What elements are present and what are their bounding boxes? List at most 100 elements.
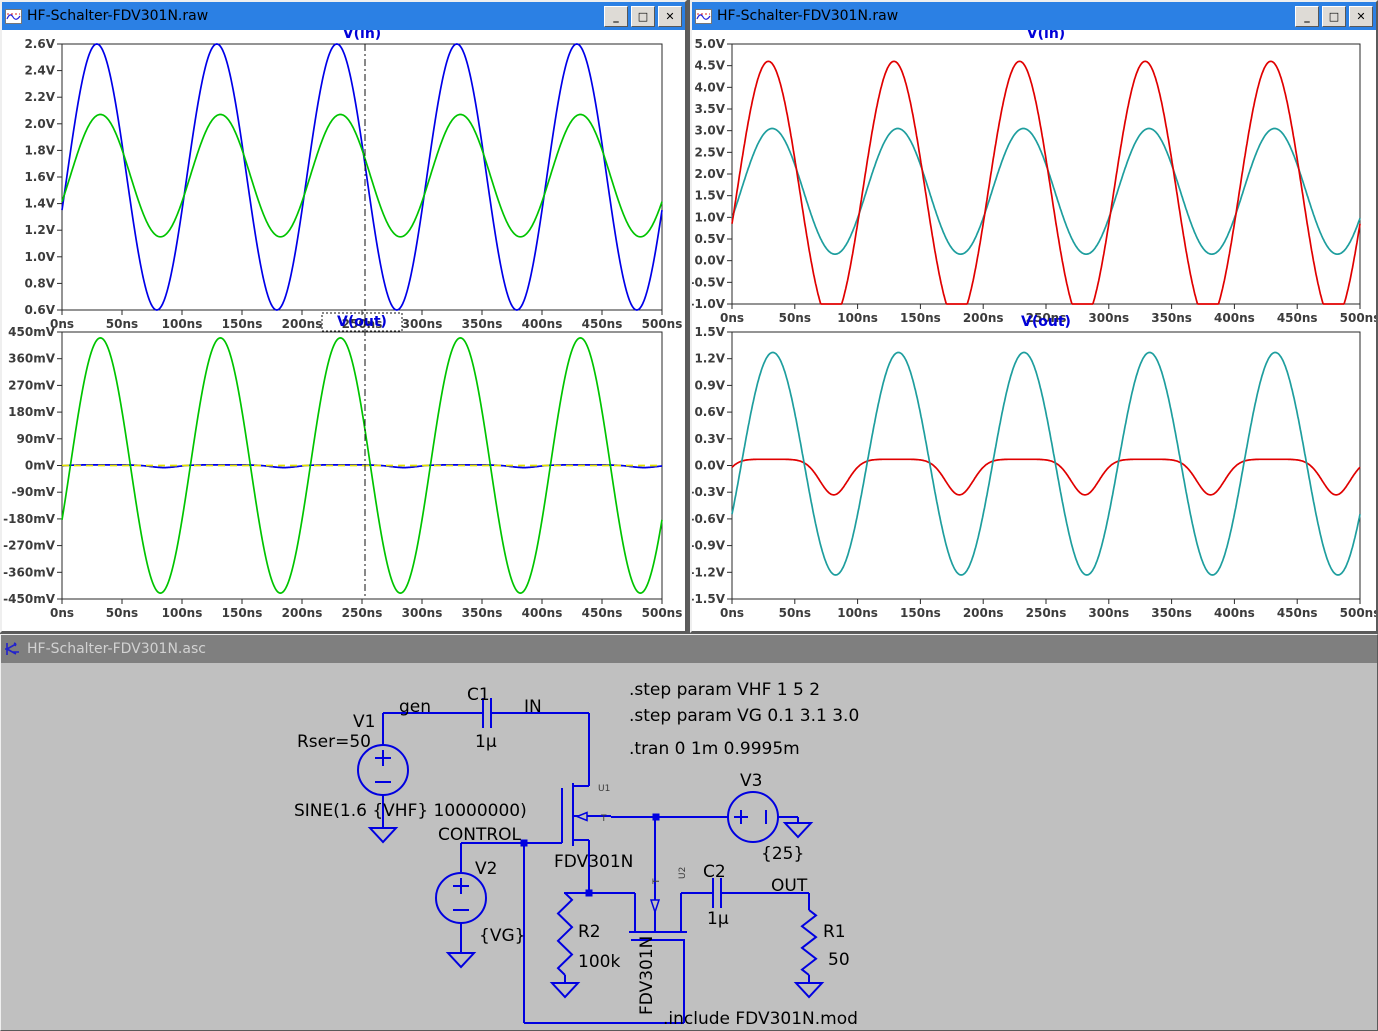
waveform-file-icon	[5, 9, 22, 24]
x-tick-label: 0ns	[720, 606, 744, 620]
schematic-label: FDV301N	[554, 852, 633, 872]
waveform-plot-area-left[interactable]: V(in)2.6V2.4V2.2V2.0V1.8V1.6V1.4V1.2V1.0…	[2, 30, 685, 631]
y-tick-label: -270mV	[3, 539, 56, 553]
schematic-label: V1	[353, 712, 375, 732]
x-tick-label: 50ns	[779, 606, 811, 620]
schematic-label: C1	[467, 685, 490, 705]
y-tick-label: 2.0V	[24, 117, 55, 131]
y-tick-label: 1.2V	[694, 352, 725, 366]
y-tick-label: 0.6V	[694, 405, 725, 419]
y-tick-label: 0.9V	[694, 378, 725, 392]
waveform-plot-area-right[interactable]: V(in)5.0V4.5V4.0V3.5V3.0V2.5V2.0V1.5V1.0…	[692, 30, 1376, 631]
y-tick-label: 2.6V	[24, 37, 55, 51]
y-tick-label: 4.0V	[694, 80, 725, 94]
x-tick-label: 100ns	[162, 606, 203, 620]
schematic-label: IN	[524, 697, 542, 717]
schematic-label: T	[652, 878, 662, 885]
x-tick-label: 200ns	[282, 317, 323, 331]
window-title: HF-Schalter-FDV301N.raw	[27, 8, 599, 24]
x-tick-label: 450ns	[1277, 311, 1318, 325]
pane-title[interactable]: V(in)	[343, 30, 381, 42]
x-tick-label: 350ns	[1151, 606, 1192, 620]
waveform-window-left[interactable]: HF-Schalter-FDV301N.raw _ □ ✕ V(in) 2.6V 2…	[0, 0, 687, 633]
close-button[interactable]: ✕	[658, 6, 682, 27]
y-tick-label: 90mV	[17, 432, 56, 446]
y-tick-label: 1.0V	[694, 210, 725, 224]
x-tick-label: 200ns	[282, 606, 323, 620]
minimize-button[interactable]: _	[1295, 6, 1319, 27]
x-tick-label: 350ns	[1151, 311, 1192, 325]
x-tick-label: 300ns	[1088, 311, 1129, 325]
x-tick-label: 100ns	[837, 606, 878, 620]
y-tick-label: 5.0V	[694, 37, 725, 51]
y-tick-label: 0.6V	[24, 303, 55, 317]
trace-vin-red	[732, 61, 1360, 304]
plot-pane	[732, 44, 1360, 304]
resistor-R2[interactable]	[558, 893, 572, 975]
schematic-label: gen	[399, 697, 431, 717]
resistor-R1[interactable]	[802, 910, 816, 975]
y-tick-label: 0.5V	[694, 232, 725, 246]
titlebar-right[interactable]: HF-Schalter-FDV301N.raw _ □ ✕	[692, 2, 1376, 30]
x-tick-label: 300ns	[402, 606, 443, 620]
waveform-file-icon	[695, 9, 712, 24]
x-tick-label: 500ns	[642, 606, 683, 620]
waveform-window-right[interactable]: HF-Schalter-FDV301N.raw _ □ ✕ V(in) 5.0V 4…	[690, 0, 1378, 633]
schematic-label: 100k	[578, 952, 620, 972]
y-tick-label: 1.6V	[24, 170, 55, 184]
y-tick-label: -450mV	[3, 592, 56, 606]
y-tick-label: 1.0V	[24, 250, 55, 264]
schematic-canvas[interactable]: C1genINV1Rser=501µ.step param VHF 1 5 2.…	[1, 663, 1377, 1031]
ground-symbol	[785, 823, 811, 837]
y-tick-label: 1.5V	[694, 189, 725, 203]
maximize-button[interactable]: □	[631, 6, 655, 27]
schematic-label: Rser=50	[297, 732, 371, 752]
x-tick-label: 500ns	[642, 317, 683, 331]
schematic-label: .step param VG 0.1 3.1 3.0	[629, 706, 859, 726]
ground-symbol	[448, 953, 474, 967]
pane-title[interactable]: V(in)	[1027, 30, 1065, 42]
ground-symbol	[552, 983, 578, 997]
y-tick-label: 270mV	[8, 378, 56, 392]
y-tick-label: 1.5V	[694, 325, 725, 339]
y-tick-label: 0.8V	[24, 276, 55, 290]
schematic-label: {VG}	[479, 926, 525, 946]
x-tick-label: 500ns	[1340, 311, 1376, 325]
schematic-label: V2	[475, 859, 497, 879]
wire-junction	[653, 814, 660, 821]
x-tick-label: 150ns	[222, 606, 263, 620]
schematic-label: .tran 0 1m 0.9995m	[629, 739, 800, 759]
x-tick-label: 250ns	[342, 606, 383, 620]
y-tick-label: 3.5V	[694, 102, 725, 116]
close-button[interactable]: ✕	[1349, 6, 1373, 27]
y-tick-label: -0.6V	[692, 512, 726, 526]
x-tick-label: 450ns	[582, 606, 623, 620]
wire-junction	[586, 890, 593, 897]
schematic-window[interactable]: HF-Schalter-FDV301N.asc C1 gen IN V1Rser=50…	[0, 634, 1378, 1031]
trace-vin-teal	[732, 129, 1360, 255]
minimize-button[interactable]: _	[604, 6, 628, 27]
window-title: HF-Schalter-FDV301N.asc	[27, 641, 1374, 657]
pane-title[interactable]: V(out)	[1021, 314, 1071, 330]
ground-symbol	[796, 983, 822, 997]
y-tick-label: -1.0V	[692, 297, 726, 311]
x-tick-label: 300ns	[1088, 606, 1129, 620]
trace-vout-red	[732, 459, 1360, 495]
x-tick-label: 400ns	[1214, 606, 1255, 620]
schematic-file-icon	[4, 641, 22, 657]
window-title: HF-Schalter-FDV301N.raw	[717, 8, 1290, 24]
x-tick-label: 150ns	[222, 317, 263, 331]
y-tick-label: -1.5V	[692, 592, 726, 606]
source-polarity-marks	[375, 750, 766, 910]
x-tick-label: 100ns	[837, 311, 878, 325]
schematic-label: .include FDV301N.mod	[663, 1009, 858, 1029]
y-tick-label: 1.8V	[24, 143, 55, 157]
pane-title[interactable]: V(out)	[337, 314, 387, 330]
maximize-button[interactable]: □	[1322, 6, 1346, 27]
wire-junction	[521, 840, 528, 847]
titlebar-left[interactable]: HF-Schalter-FDV301N.raw _ □ ✕	[2, 2, 685, 30]
y-tick-label: 450mV	[8, 325, 56, 339]
schematic-label: CONTROL	[438, 825, 522, 845]
x-tick-label: 300ns	[402, 317, 443, 331]
titlebar-schematic[interactable]: HF-Schalter-FDV301N.asc	[1, 635, 1377, 663]
